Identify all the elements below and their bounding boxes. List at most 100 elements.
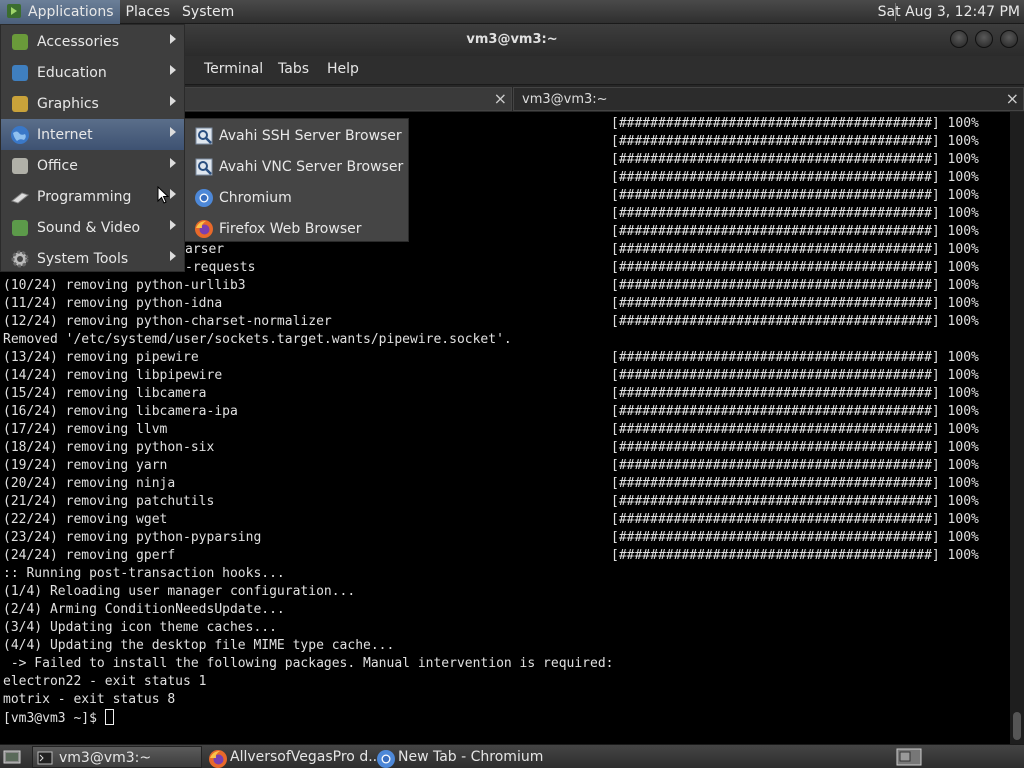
submenu-arrow-icon: [170, 96, 176, 106]
terminal-line: Removed '/etc/systemd/user/sockets.targe…: [3, 332, 512, 347]
top-panel: Applications Places System Sat Aug 3, 12…: [0, 0, 1024, 24]
workspace-switcher-icon[interactable]: [896, 748, 922, 766]
progress-bar-text: [#######################################…: [611, 314, 979, 329]
apps-menu-item-label: System Tools: [37, 251, 129, 267]
apps-menu-item-graphics[interactable]: Graphics: [1, 88, 184, 119]
submenu-arrow-icon: [170, 189, 176, 199]
tab-close-icon[interactable]: ×: [494, 89, 507, 108]
progress-bar-text: [#######################################…: [611, 296, 979, 311]
submenu-item-avahi-vnc-server-browser[interactable]: Avahi VNC Server Browser: [185, 151, 408, 182]
progress-bar-text: [#######################################…: [611, 458, 979, 473]
progress-bar-text: [#######################################…: [611, 386, 979, 401]
avahi-vnc-icon: [194, 157, 214, 177]
tab-2[interactable]: vm3@vm3:~ ×: [513, 87, 1024, 111]
clock[interactable]: Sat Aug 3, 12:47 PM: [870, 0, 1024, 24]
progress-bar-text: [#######################################…: [611, 116, 979, 131]
show-desktop-icon[interactable]: [3, 748, 21, 766]
scrollbar-thumb[interactable]: [1013, 712, 1021, 740]
progress-bar-text: [#######################################…: [611, 368, 979, 383]
terminal-line: (18/24) removing python-six: [3, 440, 215, 455]
submenu-item-chromium[interactable]: Chromium: [185, 182, 408, 213]
terminal-line: (19/24) removing yarn: [3, 458, 168, 473]
apps-menu-item-label: Office: [37, 158, 78, 174]
terminal-line: (21/24) removing patchutils: [3, 494, 215, 509]
submenu-arrow-icon: [170, 34, 176, 44]
terminal-icon: [37, 750, 53, 766]
apps-menu-item-label: Education: [37, 65, 107, 81]
submenu-arrow-icon: [170, 220, 176, 230]
progress-bar-text: [#######################################…: [611, 224, 979, 239]
apps-menu-item-label: Internet: [37, 127, 93, 143]
taskbar-task-label: AllversofVegasPro d...: [230, 749, 382, 765]
submenu-arrow-icon: [170, 65, 176, 75]
taskbar-task-label: New Tab - Chromium: [398, 749, 544, 765]
progress-bar-text: [#######################################…: [611, 512, 979, 527]
sound-video-icon: [10, 218, 30, 238]
applications-label: Applications: [28, 3, 114, 20]
menu-help[interactable]: Help: [327, 61, 359, 77]
terminal-line: (16/24) removing libcamera-ipa: [3, 404, 238, 419]
submenu-item-label: Chromium: [219, 190, 292, 206]
progress-bar-text: [#######################################…: [611, 404, 979, 419]
apps-menu-item-accessories[interactable]: Accessories: [1, 26, 184, 57]
apps-menu-item-sound-video[interactable]: Sound & Video: [1, 212, 184, 243]
tab-close-icon[interactable]: ×: [1006, 89, 1019, 108]
progress-bar-text: [#######################################…: [611, 260, 979, 275]
office-icon: [10, 156, 30, 176]
apps-menu-item-label: Accessories: [37, 34, 120, 50]
firefox-icon: [208, 749, 227, 768]
progress-bar-text: [#######################################…: [611, 242, 979, 257]
terminal-line: :: Running post-transaction hooks...: [3, 566, 285, 581]
terminal-prompt[interactable]: [vm3@vm3 ~]$: [3, 709, 114, 727]
accessories-icon: [10, 32, 30, 52]
progress-bar-text: [#######################################…: [611, 188, 979, 203]
close-button[interactable]: [1000, 30, 1018, 48]
progress-bar-text: [#######################################…: [611, 530, 979, 545]
graphics-icon: [10, 94, 30, 114]
menu-tabs[interactable]: Tabs: [278, 61, 309, 77]
terminal-line: (2/4) Arming ConditionNeedsUpdate...: [3, 602, 285, 617]
system-menu[interactable]: System: [176, 0, 240, 24]
progress-bar-text: [#######################################…: [611, 476, 979, 491]
minimize-button[interactable]: [950, 30, 968, 48]
system-tools-icon: [10, 249, 30, 269]
terminal-scrollbar[interactable]: [1010, 112, 1024, 744]
terminal-line: (1/4) Reloading user manager configurati…: [3, 584, 356, 599]
chromium-icon: [376, 749, 395, 768]
submenu-arrow-icon: [170, 251, 176, 261]
internet-submenu: Avahi SSH Server Browser Avahi VNC Server…: [184, 118, 409, 242]
avahi-ssh-icon: [194, 126, 214, 146]
internet-icon: [10, 125, 30, 145]
terminal-line: (23/24) removing python-pyparsing: [3, 530, 262, 545]
apps-menu-item-education[interactable]: Education: [1, 57, 184, 88]
apps-menu-item-system-tools[interactable]: System Tools: [1, 243, 184, 274]
terminal-line: (15/24) removing libcamera: [3, 386, 207, 401]
tab-label: vm3@vm3:~: [522, 92, 608, 107]
apps-menu-item-office[interactable]: Office: [1, 150, 184, 181]
programming-icon: [10, 187, 30, 207]
terminal-line: (10/24) removing python-urllib3: [3, 278, 246, 293]
taskbar-task-3[interactable]: New Tab - Chromium: [372, 746, 543, 768]
terminal-line: (12/24) removing python-charset-normaliz…: [3, 314, 332, 329]
submenu-item-avahi-ssh-server-browser[interactable]: Avahi SSH Server Browser: [185, 120, 408, 151]
mouse-pointer-icon: [157, 186, 169, 204]
progress-bar-text: [#######################################…: [611, 152, 979, 167]
menu-terminal[interactable]: Terminal: [204, 61, 263, 77]
apps-menu-item-internet[interactable]: Internet: [1, 119, 184, 150]
submenu-item-firefox-web-browser[interactable]: Firefox Web Browser: [185, 213, 408, 244]
taskbar-task-1[interactable]: vm3@vm3:~: [32, 746, 202, 768]
terminal-line: (22/24) removing wget: [3, 512, 168, 527]
applications-menu[interactable]: Applications: [0, 0, 120, 24]
submenu-item-label: Firefox Web Browser: [219, 221, 362, 237]
submenu-item-label: Avahi VNC Server Browser: [219, 159, 404, 175]
terminal-line: (20/24) removing ninja: [3, 476, 176, 491]
progress-bar-text: [#######################################…: [611, 548, 979, 563]
progress-bar-text: [#######################################…: [611, 278, 979, 293]
progress-bar-text: [#######################################…: [611, 440, 979, 455]
maximize-button[interactable]: [975, 30, 993, 48]
taskbar-task-2[interactable]: AllversofVegasPro d...: [204, 746, 382, 768]
places-menu[interactable]: Places: [120, 0, 177, 24]
terminal-line: (24/24) removing gperf: [3, 548, 176, 563]
distro-logo-icon: [7, 3, 21, 18]
progress-bar-text: [#######################################…: [611, 206, 979, 221]
